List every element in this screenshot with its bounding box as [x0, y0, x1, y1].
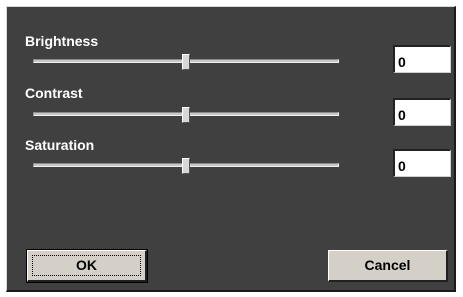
- contrast-value-field[interactable]: [393, 98, 451, 126]
- contrast-label: Contrast: [25, 85, 83, 101]
- cancel-button-label: Cancel: [364, 257, 411, 273]
- saturation-label: Saturation: [25, 137, 95, 153]
- adjustment-dialog: Brightness Contrast Saturation OK Cancel: [6, 6, 456, 292]
- cancel-button[interactable]: Cancel: [328, 250, 448, 282]
- brightness-slider-track[interactable]: [33, 54, 339, 70]
- saturation-slider-thumb[interactable]: [182, 158, 190, 174]
- brightness-slider-thumb[interactable]: [182, 54, 190, 70]
- contrast-slider-track[interactable]: [33, 107, 339, 123]
- ok-button[interactable]: OK: [26, 249, 148, 283]
- focus-ring: [32, 255, 141, 276]
- contrast-slider-thumb[interactable]: [182, 107, 190, 123]
- saturation-value-field[interactable]: [393, 149, 451, 177]
- saturation-slider-track[interactable]: [33, 158, 339, 174]
- brightness-label: Brightness: [25, 33, 99, 49]
- brightness-value-field[interactable]: [393, 45, 451, 73]
